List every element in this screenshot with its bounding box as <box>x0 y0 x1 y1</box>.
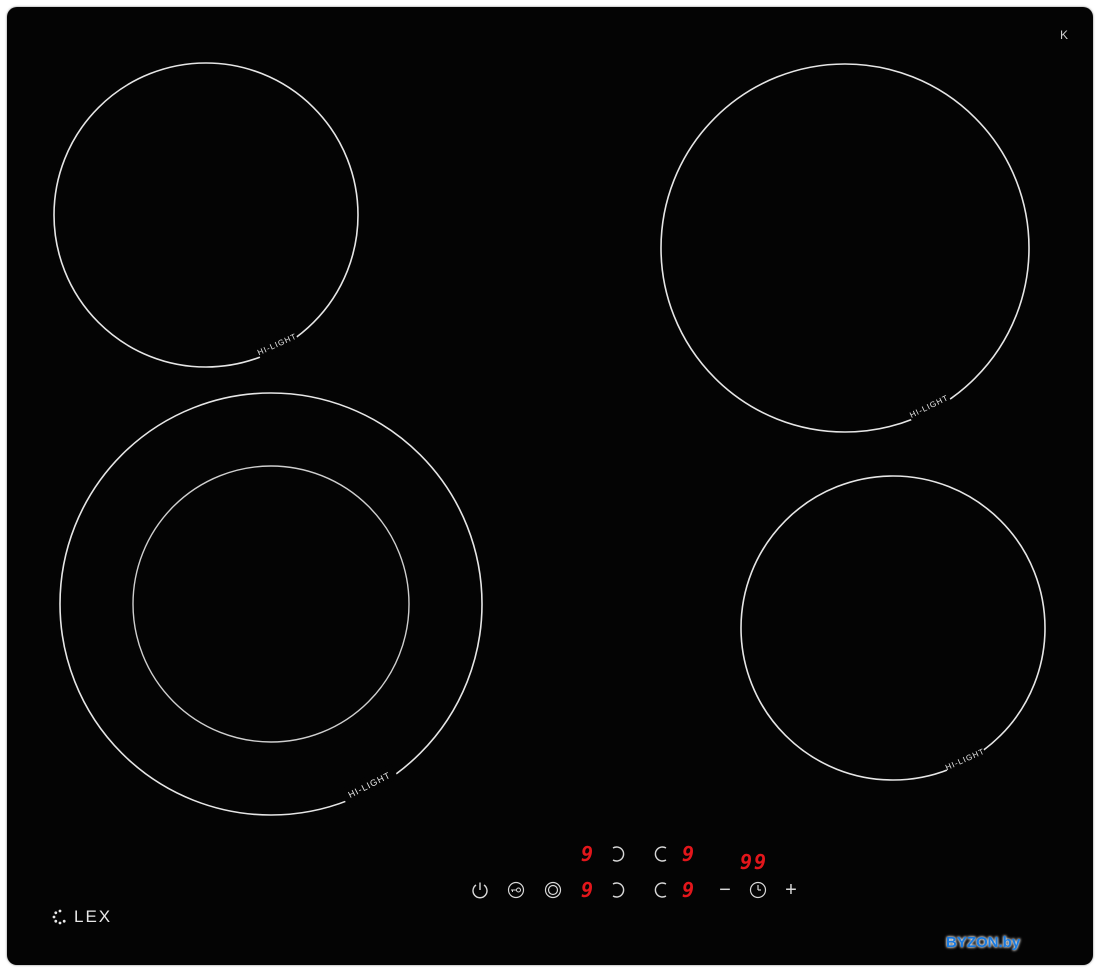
power-icon <box>472 882 488 899</box>
zone-arc-icon <box>612 882 625 898</box>
watermark: BYZON.by <box>946 934 1021 951</box>
rear-left-zone: HI-LIGHT <box>53 62 359 368</box>
timer-plus-button[interactable]: + <box>780 879 802 901</box>
rear-right-level-display: 9 <box>682 842 695 866</box>
front-right-zone: HI-LIGHT <box>740 475 1046 781</box>
brand-name: LEX <box>74 907 113 926</box>
rear-left-zone-select-button[interactable] <box>606 843 628 865</box>
child-lock-button[interactable] <box>505 879 527 901</box>
cooking-zones-graphic: HI-LIGHT HI-LIGHT HI-LIGHT HI-LIGHT <box>53 62 1046 816</box>
zone-arc-icon <box>654 882 667 898</box>
front-left-zone-select-button[interactable] <box>606 879 628 901</box>
timer-button[interactable] <box>747 879 769 901</box>
rear-right-zone: HI-LIGHT <box>660 63 1030 433</box>
power-button[interactable] <box>469 879 491 901</box>
front-left-level-display: 9 <box>581 878 594 902</box>
zone-arc-icon <box>612 846 625 862</box>
timer-display: 99 <box>740 850 769 874</box>
key-lock-icon <box>507 881 525 899</box>
rear-right-zone-select-button[interactable] <box>651 843 673 865</box>
timer-minus-button[interactable]: − <box>714 879 736 901</box>
brand-logo: LEX <box>52 907 112 927</box>
lex-logo-icon <box>52 909 66 925</box>
dual-zone-icon <box>544 881 562 899</box>
front-left-dual-zone: HI-LIGHT <box>59 392 483 816</box>
front-right-zone-select-button[interactable] <box>651 879 673 901</box>
zone-arc-icon <box>654 846 667 862</box>
clock-icon <box>749 881 767 899</box>
rear-left-level-display: 9 <box>581 842 594 866</box>
dual-zone-button[interactable] <box>542 879 564 901</box>
front-right-level-display: 9 <box>682 878 695 902</box>
corner-mark: K <box>1059 28 1068 42</box>
